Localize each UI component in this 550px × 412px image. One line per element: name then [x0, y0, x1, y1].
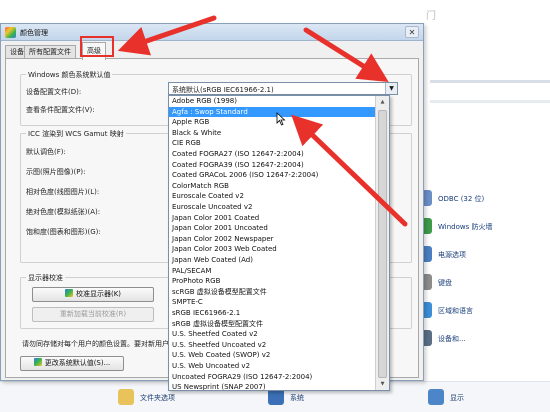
control-panel-item[interactable]: Windows 防火墙	[410, 214, 550, 240]
dropdown-item[interactable]: Coated GRACoL 2006 (ISO 12647-2:2004)	[169, 170, 375, 181]
control-panel-item-label: 设备和...	[438, 335, 466, 343]
control-panel-item[interactable]: 电源选项	[410, 242, 550, 268]
close-icon[interactable]: ✕	[405, 26, 419, 38]
dropdown-item[interactable]: SMPTE-C	[169, 297, 375, 308]
dropdown-item[interactable]: U.S. Sheetfed Uncoated v2	[169, 340, 375, 351]
dropdown-item[interactable]: sRGB IEC61966-2.1	[169, 308, 375, 319]
dropdown-item[interactable]: Japan Color 2001 Coated	[169, 213, 375, 224]
dropdown-item[interactable]: Black & White	[169, 128, 375, 139]
dropdown-item[interactable]: ColorMatch RGB	[169, 181, 375, 192]
scroll-thumb[interactable]	[378, 110, 387, 378]
control-panel-item-label: Windows 防火墙	[438, 223, 493, 231]
dropdown-item[interactable]: Euroscale Uncoated v2	[169, 202, 375, 213]
dropdown-item[interactable]: Japan Color 2002 Newspaper	[169, 234, 375, 245]
dropdown-item[interactable]: Japan Color 2003 Web Coated	[169, 244, 375, 255]
dropdown-item[interactable]: U.S. Web Uncoated v2	[169, 361, 375, 372]
scroll-up-icon[interactable]: ▲	[376, 96, 389, 108]
bottom-link[interactable]: 文件夹选项	[140, 393, 175, 403]
group-title: 显示器校准	[26, 273, 65, 283]
viewing-conditions-label: 查看条件配置文件(V):	[26, 106, 95, 114]
dropdown-item[interactable]: Uncoated FOGRA29 (ISO 12647-2:2004)	[169, 372, 375, 383]
dropdown-item[interactable]: Japan Color 2001 Uncoated	[169, 223, 375, 234]
annotation-highlight-box	[80, 36, 114, 57]
shield-icon	[33, 358, 42, 366]
scroll-down-icon[interactable]: ▼	[376, 378, 389, 390]
dropdown-scrollbar[interactable]: ▲ ▼	[375, 96, 389, 390]
bottom-link[interactable]: 系统	[290, 393, 304, 403]
group-title: Windows 颜色系统默认值	[26, 70, 113, 80]
chevron-down-icon[interactable]: ▼	[385, 83, 397, 94]
calibrate-display-label: 校准显示器(K)	[75, 290, 122, 298]
dialog-title: 颜色管理	[20, 29, 48, 37]
profile-dropdown-list[interactable]: Adobe RGB (1998) Agfa : Swop Standard Appl…	[168, 95, 390, 391]
dropdown-item[interactable]: sRGB 虚拟设备模型配置文件	[169, 319, 375, 330]
computer-icon	[268, 389, 284, 405]
mouse-cursor-icon	[276, 112, 286, 126]
background-text-fragment: 门	[426, 11, 436, 22]
device-profile-value: 系统默认(sRGB IEC61966-2.1)	[172, 86, 274, 94]
dropdown-item[interactable]: US Newsprint (SNAP 2007)	[169, 382, 375, 390]
dropdown-item[interactable]: ProPhoto RGB	[169, 276, 375, 287]
gamut-row-default: 默认调色(F):	[26, 148, 66, 156]
dropdown-item[interactable]: Apple RGB	[169, 117, 375, 128]
bottom-link[interactable]: 显示	[450, 393, 464, 403]
dropdown-item[interactable]: Coated FOGRA39 (ISO 12647-2:2004)	[169, 160, 375, 171]
change-system-defaults-button[interactable]: 更改系统默认值(S)...	[20, 356, 124, 371]
control-panel-item[interactable]: 区域和语言	[410, 298, 550, 324]
background-divider	[430, 80, 550, 83]
dropdown-item[interactable]: CIE RGB	[169, 138, 375, 149]
dropdown-item[interactable]: U.S. Web Coated (SWOP) v2	[169, 350, 375, 361]
control-panel-item-label: 键盘	[438, 279, 452, 287]
control-panel-item[interactable]: 设备和...	[410, 326, 550, 352]
dropdown-item[interactable]: scRGB 虚拟设备模型配置文件	[169, 287, 375, 298]
control-panel-item-label: 区域和语言	[438, 307, 473, 315]
control-panel-item-label: 电源选项	[438, 251, 466, 259]
gamut-row-saturation: 饱和度(图表和图形)(G):	[26, 228, 101, 236]
change-system-defaults-label: 更改系统默认值(S)...	[44, 359, 111, 367]
dropdown-item[interactable]: U.S. Sheetfed Coated v2	[169, 329, 375, 340]
color-management-icon	[5, 27, 16, 38]
device-profile-label: 设备配置文件(D):	[26, 88, 82, 96]
reload-calibration-button[interactable]: 重新加载当前校准(R)	[32, 307, 154, 322]
calibrate-icon	[64, 289, 73, 297]
control-panel-item-label: ODBC (32 位)	[438, 195, 485, 203]
tab-all-profiles[interactable]: 所有配置文件	[24, 45, 76, 59]
display-icon	[428, 389, 444, 405]
dropdown-item[interactable]: Adobe RGB (1998)	[169, 96, 375, 107]
group-title: ICC 渲染到 WCS Gamut 映射	[26, 129, 126, 139]
control-panel-item[interactable]: ODBC (32 位)	[410, 186, 550, 212]
dropdown-item[interactable]: Coated FOGRA27 (ISO 12647-2:2004)	[169, 149, 375, 160]
dropdown-item[interactable]: Agfa : Swop Standard	[169, 106, 375, 118]
dropdown-item[interactable]: Euroscale Coated v2	[169, 191, 375, 202]
calibrate-display-button[interactable]: 校准显示器(K)	[32, 287, 154, 302]
control-panel-item[interactable]: 键盘	[410, 270, 550, 296]
title-bar: 颜色管理 ✕	[1, 24, 423, 41]
dropdown-item[interactable]: PAL/SECAM	[169, 266, 375, 277]
background-divider	[430, 100, 550, 103]
gamut-row-perceptual: 示图(照片图像)(P):	[26, 168, 86, 176]
dropdown-item[interactable]: Japan Web Coated (Ad)	[169, 255, 375, 266]
folder-icon	[118, 389, 134, 405]
gamut-row-absolute: 绝对色度(模拟纸张)(A):	[26, 208, 101, 216]
gamut-row-relative: 相对色度(线图图片)(L):	[26, 188, 100, 196]
device-profile-select[interactable]: 系统默认(sRGB IEC61966-2.1) ▼	[168, 82, 398, 95]
footer-note: 请勿同存储对每个用户的颜色设置。要对新用户和	[22, 340, 176, 348]
